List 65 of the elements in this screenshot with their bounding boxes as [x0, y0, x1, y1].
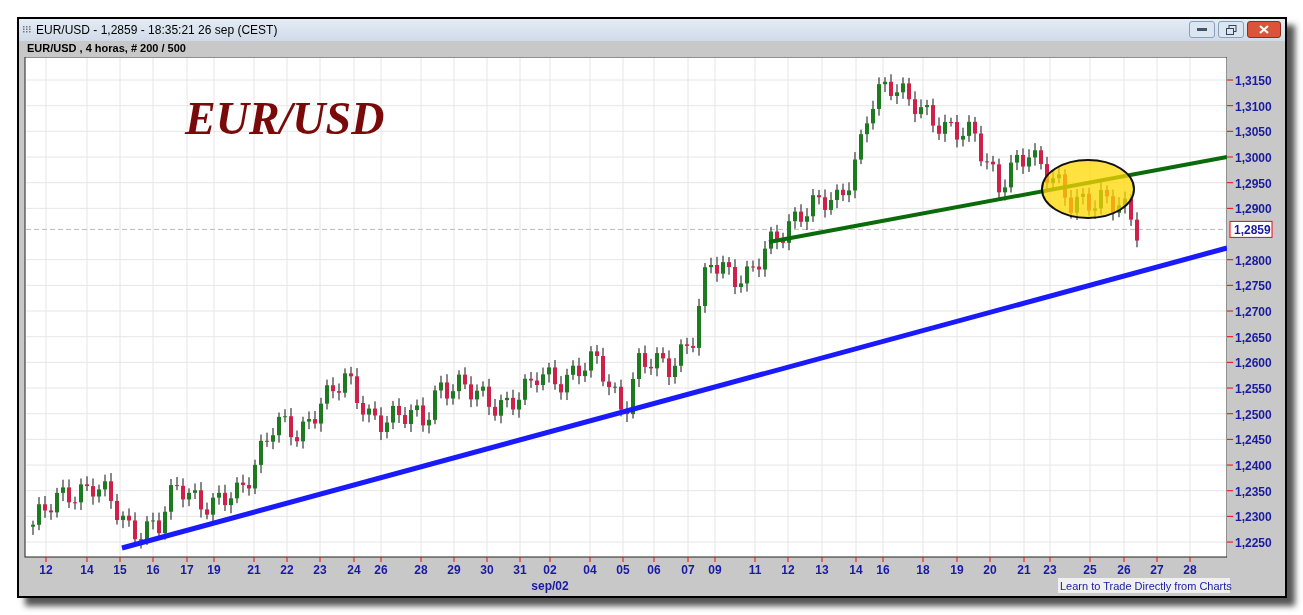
date-tick-label: 12 — [781, 562, 795, 577]
price-tick-label: 1,2600 — [1235, 356, 1272, 371]
price-tick-label: 1,3000 — [1235, 150, 1272, 165]
date-tick-label: 14 — [849, 562, 863, 577]
price-tick-label: 1,2400 — [1235, 459, 1272, 473]
price-tick-label: 1,2950 — [1235, 176, 1272, 191]
price-tick-label: 1,2250 — [1235, 536, 1272, 550]
price-tick-label: 1,2800 — [1235, 253, 1272, 268]
date-tick-label: 16 — [876, 562, 890, 577]
close-icon — [1259, 25, 1269, 35]
date-tick-label: 21 — [247, 562, 261, 577]
date-tick-label: 16 — [146, 562, 160, 577]
price-tick-label: 1,3150 — [1235, 73, 1272, 88]
date-tick-label: 31 — [513, 562, 527, 577]
date-tick-label: 11 — [748, 562, 762, 577]
date-tick-label: 18 — [916, 562, 930, 577]
price-tick-label: 1,2750 — [1235, 279, 1272, 294]
date-tick-label: 30 — [480, 562, 494, 577]
price-tick-label: 1,2500 — [1235, 407, 1272, 422]
price-tick-label: 1,2550 — [1235, 382, 1272, 396]
date-tick-label: 24 — [347, 562, 361, 577]
date-tick-label: 26 — [374, 562, 388, 577]
date-tick-label: 17 — [180, 562, 194, 577]
price-tick-label: 1,2350 — [1235, 484, 1272, 499]
current-price-tag: 1,2859 — [1229, 220, 1273, 238]
date-tick-label: 19 — [207, 562, 221, 577]
price-tick-label: 1,2450 — [1235, 433, 1272, 448]
restore-icon — [1225, 25, 1237, 35]
restore-button[interactable] — [1218, 21, 1244, 39]
date-tick-label: 09 — [708, 562, 722, 577]
date-tick-label: 23 — [313, 562, 327, 577]
chart-header: EUR/USD , 4 horas, # 200 / 500 — [27, 43, 186, 55]
date-tick-label: 28 — [1183, 562, 1197, 577]
date-tick-label: 04 — [583, 562, 597, 577]
price-tick-label: 1,3050 — [1235, 125, 1272, 140]
date-tick-label: 25 — [1083, 562, 1097, 577]
date-tick-label: 20 — [983, 562, 997, 577]
date-tick-label: 26 — [1117, 562, 1131, 577]
date-tick-label: 28 — [414, 562, 428, 577]
date-tick-label: 14 — [80, 562, 94, 577]
date-tick-label: 12 — [39, 562, 53, 577]
date-tick-label: 02 — [543, 562, 557, 577]
date-tick-label: 23 — [1043, 562, 1057, 577]
month-label: sep/02 — [531, 578, 569, 593]
grip-icon — [23, 26, 32, 34]
date-tick-label: 21 — [1017, 562, 1031, 577]
price-tick-label: 1,2900 — [1235, 202, 1272, 217]
minimize-button[interactable] — [1189, 21, 1215, 39]
date-tick-label: 15 — [113, 562, 127, 577]
footer-link[interactable]: Learn to Trade Directly from Charts — [1060, 579, 1232, 592]
date-tick-label: 06 — [647, 562, 661, 577]
close-button[interactable] — [1247, 21, 1281, 39]
date-tick-label: 22 — [280, 562, 294, 577]
window-title: EUR/USD - 1,2859 - 18:35:21 26 sep (CEST) — [36, 22, 278, 39]
price-tick-label: 1,2650 — [1235, 330, 1272, 345]
date-tick-label: 29 — [447, 562, 461, 577]
date-tick-label: 13 — [815, 562, 829, 577]
chart-title: EUR/USD — [185, 92, 385, 144]
date-tick-label: 05 — [616, 562, 630, 577]
price-tick-label: 1,2700 — [1235, 304, 1272, 319]
date-tick-label: 07 — [681, 562, 695, 577]
date-tick-label: 19 — [950, 562, 964, 577]
price-tick-label: 1,3100 — [1235, 99, 1272, 114]
date-tick-label: 27 — [1150, 562, 1164, 577]
price-tick-label: 1,2300 — [1235, 510, 1272, 525]
